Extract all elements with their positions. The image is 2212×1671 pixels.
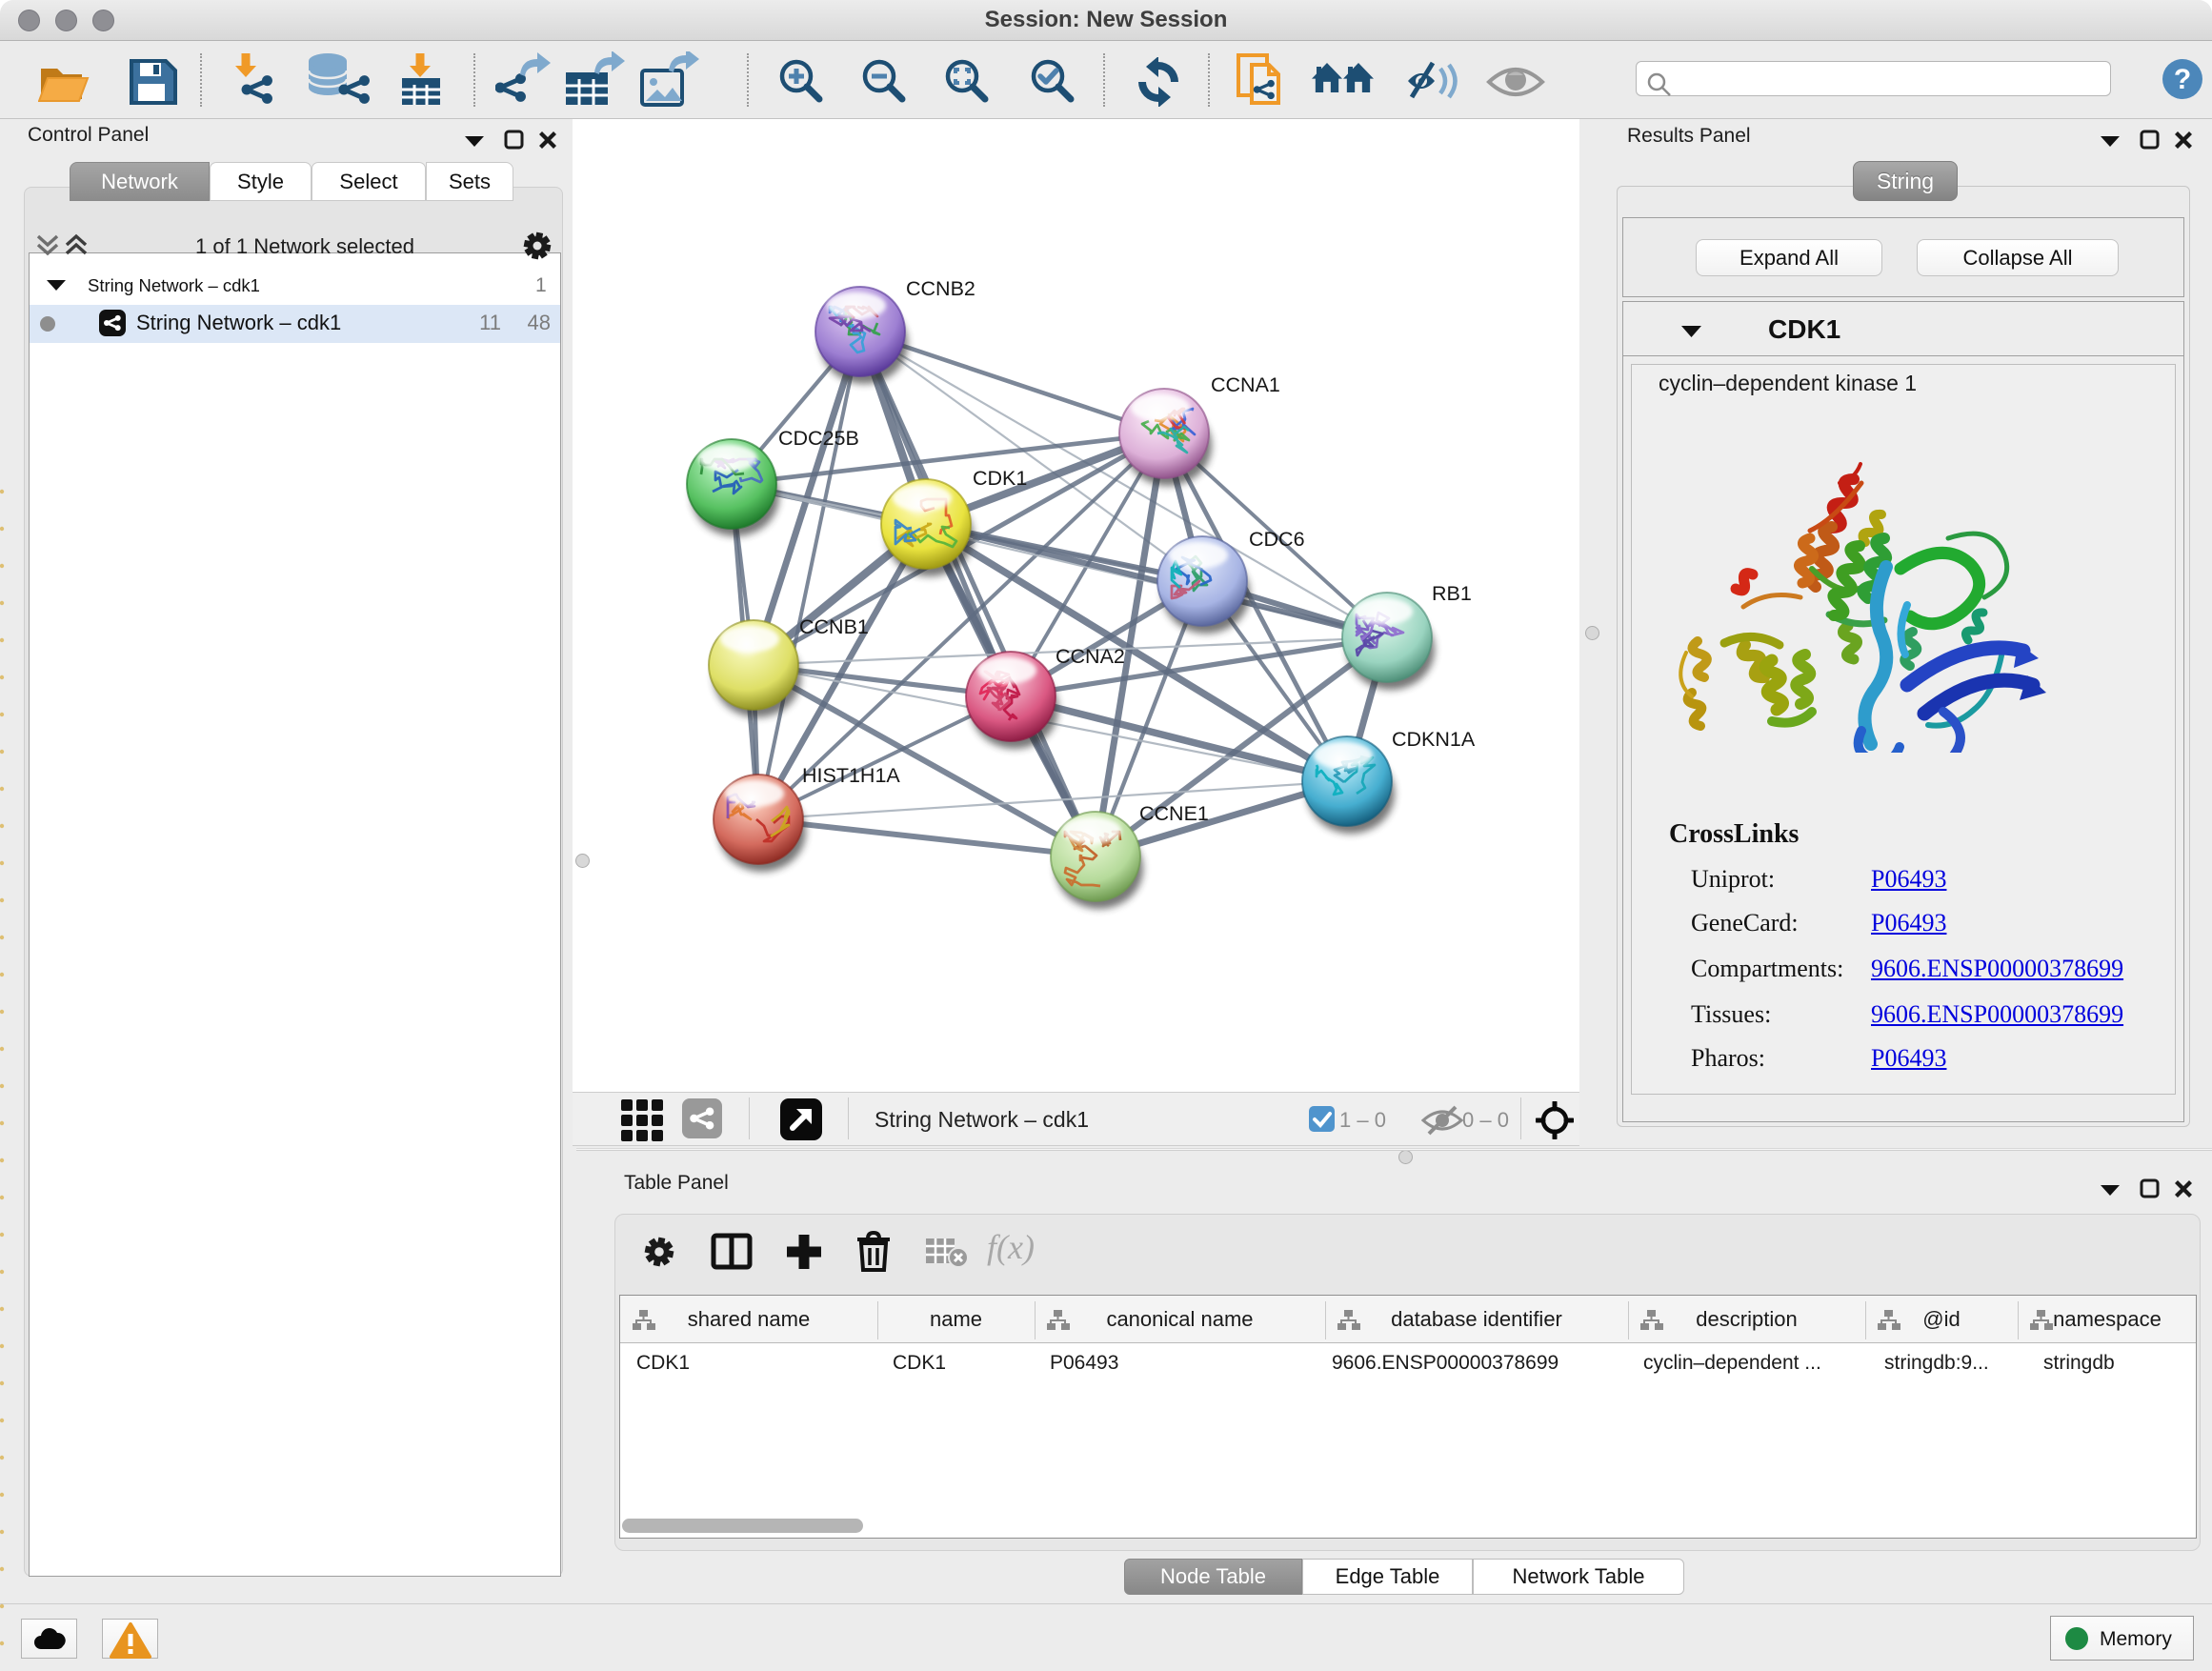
svg-text:CDK1: CDK1 (973, 467, 1027, 490)
svg-text:?: ? (2174, 64, 2191, 95)
svg-text:CDC25B: CDC25B (778, 427, 859, 450)
svg-text:CDKN1A: CDKN1A (1392, 728, 1476, 751)
svg-text:HIST1H1A: HIST1H1A (802, 764, 900, 787)
svg-text:CCNB2: CCNB2 (906, 277, 975, 300)
svg-text:CCNA1: CCNA1 (1211, 373, 1280, 396)
svg-text:CCNA2: CCNA2 (1056, 645, 1125, 668)
svg-text:CCNB1: CCNB1 (799, 615, 869, 638)
svg-text:CCNE1: CCNE1 (1139, 802, 1209, 825)
svg-text:RB1: RB1 (1432, 582, 1472, 605)
svg-text:CDC6: CDC6 (1249, 528, 1305, 551)
